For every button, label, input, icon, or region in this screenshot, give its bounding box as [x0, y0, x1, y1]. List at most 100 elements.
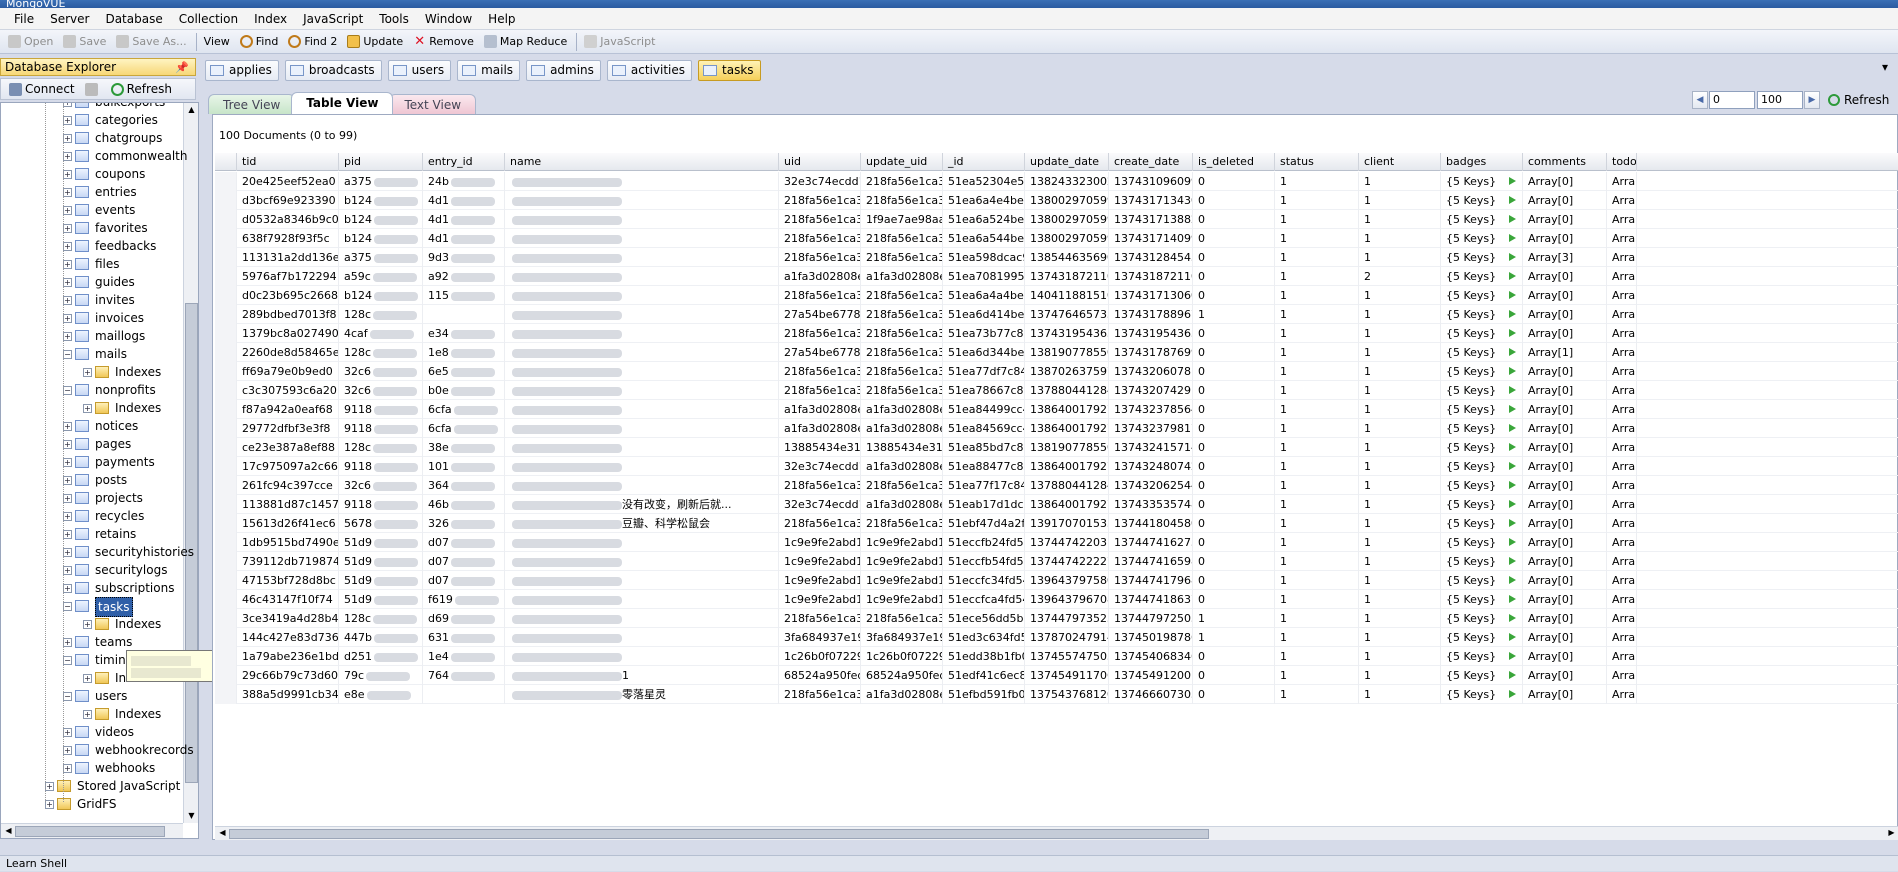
- row-selector[interactable]: [215, 286, 237, 305]
- cell-update-uid[interactable]: a1fa3d02808ed0: [861, 400, 943, 419]
- cell-uid[interactable]: 218fa56e1ca39a: [779, 476, 861, 495]
- cell-update-date[interactable]: 1386400179278: [1025, 457, 1109, 476]
- cell-client[interactable]: 1: [1359, 457, 1441, 476]
- cell-status[interactable]: 1: [1275, 267, 1359, 286]
- tree-item-pages[interactable]: + pages: [1, 435, 183, 453]
- cell-update-uid[interactable]: 218fa56e1ca39a: [861, 324, 943, 343]
- cell-status[interactable]: 1: [1275, 495, 1359, 514]
- cell-badges[interactable]: {5 Keys}: [1441, 571, 1523, 590]
- cell-client[interactable]: 1: [1359, 609, 1441, 628]
- cell-pid[interactable]: a375: [339, 172, 423, 191]
- cell-badges[interactable]: {5 Keys}: [1441, 457, 1523, 476]
- cell-update-uid[interactable]: 3fa684937e19ae: [861, 628, 943, 647]
- cell-client[interactable]: 1: [1359, 647, 1441, 666]
- expand-icon[interactable]: +: [63, 242, 72, 251]
- tree-item-coupons[interactable]: + coupons: [1, 165, 183, 183]
- cell-update-date[interactable]: 1385446356909: [1025, 248, 1109, 267]
- cell-entry-id[interactable]: 1e8: [423, 343, 505, 362]
- cell-uid[interactable]: 27a54be67785ba: [779, 305, 861, 324]
- cell-uid[interactable]: a1fa3d02808ed0: [779, 400, 861, 419]
- cell-update-uid[interactable]: 1f9ae7ae98aa36: [861, 210, 943, 229]
- cell-todou[interactable]: Arra: [1607, 362, 1637, 381]
- column-header-is-deleted[interactable]: is_deleted: [1193, 153, 1275, 171]
- map-reduce-button[interactable]: Map Reduce: [480, 32, 571, 52]
- expand-arrow-icon[interactable]: [1509, 367, 1516, 375]
- row-selector[interactable]: [215, 438, 237, 457]
- cell-update-date[interactable]: 1380029705995: [1025, 210, 1109, 229]
- collapse-icon[interactable]: −: [63, 692, 72, 701]
- cell-update-date[interactable]: 1381907785505: [1025, 438, 1109, 457]
- table-hscroll-thumb[interactable]: [229, 829, 1209, 839]
- cell-name[interactable]: [505, 609, 779, 628]
- expand-icon[interactable]: +: [63, 584, 72, 593]
- cell-name[interactable]: 零落星灵: [505, 685, 779, 704]
- cell-update-date[interactable]: 1374764657335: [1025, 305, 1109, 324]
- cell-client[interactable]: 1: [1359, 590, 1441, 609]
- table-horizontal-scrollbar[interactable]: ◀ ▶: [215, 826, 1898, 840]
- expand-icon[interactable]: +: [63, 116, 72, 125]
- cell-name[interactable]: [505, 476, 779, 495]
- tree-item-chatgroups[interactable]: + chatgroups: [1, 129, 183, 147]
- tree-item-maillogs[interactable]: + maillogs: [1, 327, 183, 345]
- cell--id[interactable]: 51ea6a524be9a...: [943, 210, 1025, 229]
- column-header-pid[interactable]: pid: [339, 153, 423, 171]
- cell-update-uid[interactable]: a1fa3d02808ed0: [861, 419, 943, 438]
- tree-item-projects[interactable]: + projects: [1, 489, 183, 507]
- cell-uid[interactable]: 1c9e9fe2abd186: [779, 571, 861, 590]
- cell-status[interactable]: 1: [1275, 647, 1359, 666]
- cell--id[interactable]: 51eccfc34fd543...: [943, 571, 1025, 590]
- expand-icon[interactable]: +: [63, 170, 72, 179]
- cell-entry-id[interactable]: 101: [423, 457, 505, 476]
- column-header-update-uid[interactable]: update_uid: [861, 153, 943, 171]
- menu-item-tools[interactable]: Tools: [379, 12, 409, 26]
- scroll-left-arrow-icon[interactable]: ◀: [216, 827, 229, 839]
- cell-client[interactable]: 1: [1359, 343, 1441, 362]
- cell-todou[interactable]: Arra: [1607, 628, 1637, 647]
- cell-update-date[interactable]: 1374474220315: [1025, 533, 1109, 552]
- cell--id[interactable]: 51ea84499cc4e...: [943, 400, 1025, 419]
- expand-icon[interactable]: +: [63, 422, 72, 431]
- cell-client[interactable]: 1: [1359, 419, 1441, 438]
- cell-is-deleted[interactable]: 0: [1193, 343, 1275, 362]
- cell-client[interactable]: 1: [1359, 191, 1441, 210]
- cell-todou[interactable]: Arra: [1607, 514, 1637, 533]
- expand-icon[interactable]: +: [63, 548, 72, 557]
- cell-update-uid[interactable]: 218fa56e1ca39a: [861, 514, 943, 533]
- next-page-icon[interactable]: ▶: [1804, 91, 1820, 109]
- cell-tid[interactable]: 144c427e83d736: [237, 628, 339, 647]
- cell-tid[interactable]: 289bdbed7013f8: [237, 305, 339, 324]
- cell-update-date[interactable]: 1382433230025: [1025, 172, 1109, 191]
- menu-item-database[interactable]: Database: [105, 12, 162, 26]
- cell-client[interactable]: 1: [1359, 286, 1441, 305]
- cell-pid[interactable]: 5678: [339, 514, 423, 533]
- table-row[interactable]: ff69a79e0b9ed0 32c6 6e5 218fa56e1ca39a 218fa…: [215, 362, 1898, 381]
- row-selector[interactable]: [215, 666, 237, 685]
- tree-item-webhookrecords[interactable]: + webhookrecords: [1, 741, 194, 759]
- cell-entry-id[interactable]: [423, 305, 505, 324]
- cell-client[interactable]: 1: [1359, 172, 1441, 191]
- tree-horizontal-scrollbar[interactable]: ◀: [1, 823, 183, 838]
- cell-client[interactable]: 1: [1359, 248, 1441, 267]
- cell-update-date[interactable]: 1374318721105: [1025, 267, 1109, 286]
- cell-pid[interactable]: 128c: [339, 343, 423, 362]
- cell-status[interactable]: 1: [1275, 609, 1359, 628]
- cell-tid[interactable]: 1a79abe236e1bd: [237, 647, 339, 666]
- expand-icon[interactable]: +: [63, 530, 72, 539]
- expand-icon[interactable]: +: [45, 800, 54, 809]
- cell--id[interactable]: 51ea73b77c842...: [943, 324, 1025, 343]
- cell-entry-id[interactable]: 6cfa: [423, 400, 505, 419]
- skip-input[interactable]: 0: [1709, 91, 1755, 109]
- expand-icon[interactable]: +: [63, 134, 72, 143]
- table-row[interactable]: 261fc94c397cce 32c6 364 218fa56e1ca39a 218fa…: [215, 476, 1898, 495]
- tree-item-gridfs[interactable]: + GridFS: [1, 795, 183, 813]
- cell-tid[interactable]: 46c43147f10f74: [237, 590, 339, 609]
- cell-name[interactable]: [505, 210, 779, 229]
- cell-comments[interactable]: Array[0]: [1523, 191, 1607, 210]
- tab-list-dropdown-icon[interactable]: ▾: [1882, 60, 1888, 74]
- cell-is-deleted[interactable]: 0: [1193, 324, 1275, 343]
- cell-update-uid[interactable]: 1c9e9fe2abd186: [861, 571, 943, 590]
- cell-name[interactable]: [505, 457, 779, 476]
- cell-update-uid[interactable]: 218fa56e1ca39a: [861, 362, 943, 381]
- expand-icon[interactable]: +: [83, 368, 92, 377]
- cell-name[interactable]: [505, 552, 779, 571]
